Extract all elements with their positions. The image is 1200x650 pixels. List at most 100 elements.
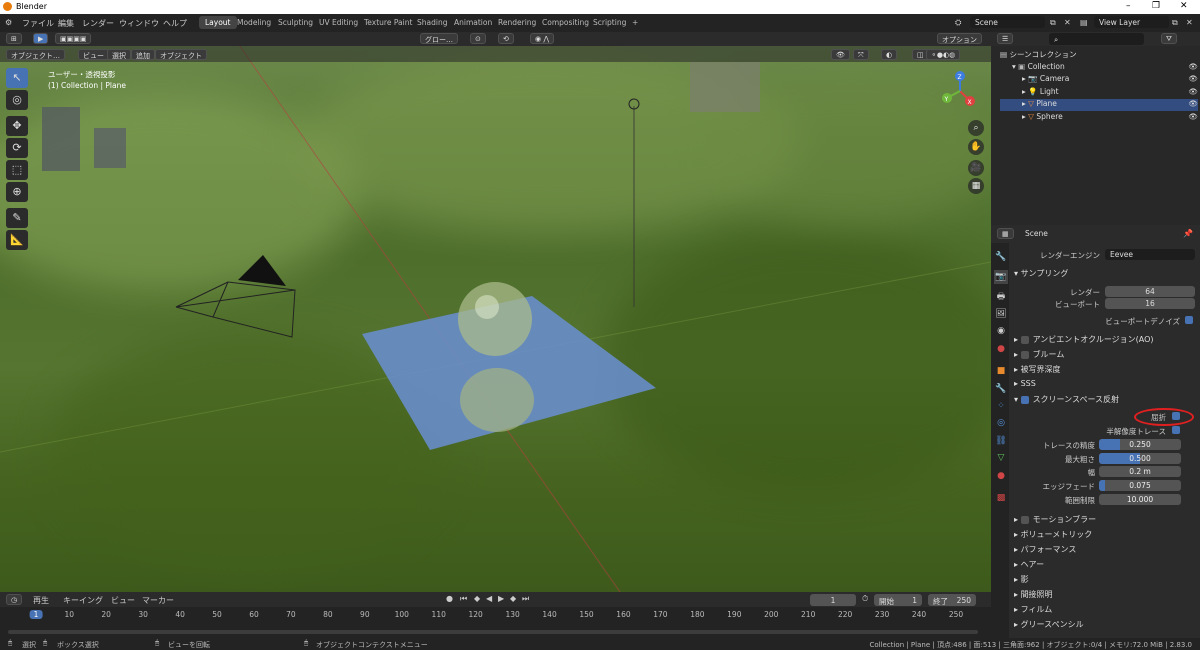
outliner-row-collection[interactable]: ▾ ▣ Collection 👁 bbox=[1000, 62, 1198, 74]
scale-icon[interactable]: ⬚ bbox=[6, 160, 28, 180]
scene-tab-icon[interactable]: ◉ bbox=[994, 324, 1008, 338]
menu-render[interactable]: レンダー bbox=[82, 18, 114, 29]
render-samples-field[interactable]: 64 bbox=[1105, 286, 1195, 297]
eye-icon[interactable]: 👁 bbox=[1188, 74, 1198, 83]
menu-select[interactable]: 選択 bbox=[107, 49, 131, 60]
snap-icon[interactable]: ⟲ bbox=[498, 33, 514, 44]
menu-add[interactable]: 追加 bbox=[131, 49, 155, 60]
tab-rendering[interactable]: Rendering bbox=[492, 16, 542, 29]
ao-checkbox[interactable] bbox=[1020, 335, 1029, 344]
menu-help[interactable]: ヘルプ bbox=[163, 18, 187, 29]
options-dropdown[interactable]: オプション bbox=[937, 33, 982, 44]
menu-timeline-view[interactable]: ビュー bbox=[111, 595, 135, 606]
tab-uv-editing[interactable]: UV Editing bbox=[313, 16, 364, 29]
view-layer-tab-icon[interactable]: 🖼 bbox=[994, 307, 1008, 321]
gizmo-icon[interactable]: ⤧ bbox=[853, 49, 869, 60]
preview-range-icon[interactable]: ⏱ bbox=[862, 594, 868, 604]
camera-view-icon[interactable]: 🎥 bbox=[968, 160, 984, 176]
motion-blur-checkbox[interactable] bbox=[1020, 515, 1029, 524]
minimize-button[interactable]: – bbox=[1126, 1, 1131, 11]
jump-start-icon[interactable]: ⏮ bbox=[460, 594, 467, 604]
add-workspace-button[interactable]: + bbox=[626, 16, 644, 29]
new-view-layer-icon[interactable]: ⧉ bbox=[1172, 18, 1178, 28]
zoom-icon[interactable]: ⌕ bbox=[968, 120, 984, 136]
current-frame-field[interactable]: 1 bbox=[810, 594, 856, 606]
scene-collection-row[interactable]: ▤ シーンコレクション bbox=[1000, 49, 1198, 61]
hair-panel-header[interactable]: ▸ ヘアー bbox=[1014, 559, 1044, 570]
eye-icon[interactable]: 👁 bbox=[1188, 62, 1198, 71]
menu-playback[interactable]: 再生 bbox=[33, 595, 49, 606]
timeline-ruler[interactable]: 1 10 20 30 40 50 60 70 80 90 100 110 120 130 140 150 160… bbox=[0, 607, 991, 621]
play-icon[interactable]: ▶ bbox=[498, 594, 504, 603]
select-mode-icons[interactable]: ▣▣▣▣ bbox=[55, 33, 92, 44]
visibility-icon[interactable]: 👁 bbox=[831, 49, 850, 60]
view-layer-field[interactable]: View Layer bbox=[1094, 16, 1169, 28]
outliner-row-sphere[interactable]: ▸ ▽ Sphere 👁 bbox=[1000, 112, 1198, 124]
record-icon[interactable]: ● bbox=[446, 594, 453, 603]
rotate-icon[interactable]: ⟳ bbox=[6, 138, 28, 158]
jump-end-icon[interactable]: ⏭ bbox=[522, 594, 529, 604]
shading-icons[interactable]: ⚬●◐◍ bbox=[926, 49, 961, 60]
eye-icon[interactable]: 👁 bbox=[1188, 99, 1198, 108]
menu-object[interactable]: オブジェクト bbox=[155, 49, 207, 60]
properties-editor-icon[interactable]: ▦ bbox=[997, 228, 1014, 239]
viewport-denoise-checkbox[interactable] bbox=[1185, 316, 1193, 324]
tab-modeling[interactable]: Modeling bbox=[231, 16, 277, 29]
thickness-field[interactable]: 0.2 m bbox=[1099, 466, 1181, 477]
motion-blur-panel-header[interactable]: ▸ モーションブラー bbox=[1014, 514, 1096, 525]
ssr-checkbox[interactable] bbox=[1020, 395, 1029, 404]
world-tab-icon[interactable]: ● bbox=[994, 342, 1008, 356]
measure-icon[interactable]: 📐 bbox=[6, 230, 28, 250]
3d-viewport[interactable] bbox=[0, 32, 991, 592]
proportional-edit-icon[interactable]: ◉ ⋀ bbox=[530, 33, 555, 44]
prev-keyframe-icon[interactable]: ◆ bbox=[474, 594, 480, 603]
transform-orientation-dropdown[interactable]: グロー… bbox=[420, 33, 458, 44]
half-res-trace-checkbox[interactable] bbox=[1172, 426, 1180, 434]
edge-fade-slider[interactable]: 0.075 bbox=[1099, 480, 1181, 491]
blender-menu-icon[interactable]: ⚙ bbox=[5, 18, 12, 27]
constraints-tab-icon[interactable]: ⛓ bbox=[994, 434, 1008, 448]
frame-start-field[interactable]: 開始 1 bbox=[874, 594, 922, 606]
data-tab-icon[interactable]: ▽ bbox=[994, 451, 1008, 465]
film-panel-header[interactable]: ▸ フィルム bbox=[1014, 604, 1052, 615]
mode-dropdown[interactable]: オブジェクト… bbox=[6, 49, 65, 60]
tool-tab-icon[interactable]: 🔧 bbox=[994, 250, 1008, 264]
menu-window[interactable]: ウィンドウ bbox=[119, 18, 159, 29]
tab-sculpting[interactable]: Sculpting bbox=[272, 16, 319, 29]
render-engine-dropdown[interactable]: Eevee bbox=[1105, 249, 1195, 260]
menu-edit[interactable]: 編集 bbox=[58, 18, 74, 29]
indirect-lighting-panel-header[interactable]: ▸ 間接照明 bbox=[1014, 589, 1053, 600]
next-keyframe-icon[interactable]: ◆ bbox=[510, 594, 516, 603]
menu-marker[interactable]: マーカー bbox=[142, 595, 174, 606]
timeline-scrollbar[interactable] bbox=[8, 630, 978, 634]
new-scene-icon[interactable]: ⧉ bbox=[1050, 18, 1056, 28]
overlay-icon[interactable]: ◐ bbox=[881, 49, 898, 60]
scene-name-field[interactable]: Scene bbox=[970, 16, 1045, 28]
outliner-row-light[interactable]: ▸ 💡 Light 👁 bbox=[1000, 87, 1198, 99]
play-reverse-icon[interactable]: ◀ bbox=[486, 594, 492, 603]
menu-keying[interactable]: キーイング bbox=[63, 595, 103, 606]
ao-panel-header[interactable]: ▸ アンビエントオクルージョン(AO) bbox=[1014, 334, 1154, 345]
grid-view-icon[interactable]: ▦ bbox=[968, 178, 984, 194]
render-tab-icon[interactable]: 📷 bbox=[994, 270, 1008, 284]
tab-animation[interactable]: Animation bbox=[448, 16, 498, 29]
menu-view[interactable]: ビュー bbox=[78, 49, 109, 60]
pan-hand-icon[interactable]: ✋ bbox=[968, 139, 984, 155]
volumetrics-panel-header[interactable]: ▸ ボリューメトリック bbox=[1014, 529, 1092, 540]
select-tool-icon[interactable]: ▶ bbox=[33, 33, 49, 44]
output-tab-icon[interactable]: 🖶 bbox=[994, 290, 1008, 304]
frame-end-field[interactable]: 終了 250 bbox=[928, 594, 976, 606]
outliner-editor-icon[interactable]: ☰ bbox=[997, 33, 1014, 44]
pin-icon[interactable]: 📌 bbox=[1183, 229, 1193, 238]
clamp-field[interactable]: 10.000 bbox=[1099, 494, 1181, 505]
editor-type-icon[interactable]: ⊞ bbox=[6, 33, 22, 44]
viewport-samples-field[interactable]: 16 bbox=[1105, 298, 1195, 309]
texture-tab-icon[interactable]: ▩ bbox=[994, 491, 1008, 505]
outliner-search-input[interactable]: ⌕ bbox=[1049, 33, 1144, 45]
navigation-gizmo[interactable]: X Z Y ⌕ ✋ 🎥 ▦ bbox=[935, 66, 985, 194]
transform-icon[interactable]: ⊕ bbox=[6, 182, 28, 202]
cursor-icon[interactable]: ◎ bbox=[6, 90, 28, 110]
object-tab-icon[interactable]: ■ bbox=[994, 364, 1008, 378]
performance-panel-header[interactable]: ▸ パフォーマンス bbox=[1014, 544, 1076, 555]
modifier-tab-icon[interactable]: 🔧 bbox=[994, 382, 1008, 396]
